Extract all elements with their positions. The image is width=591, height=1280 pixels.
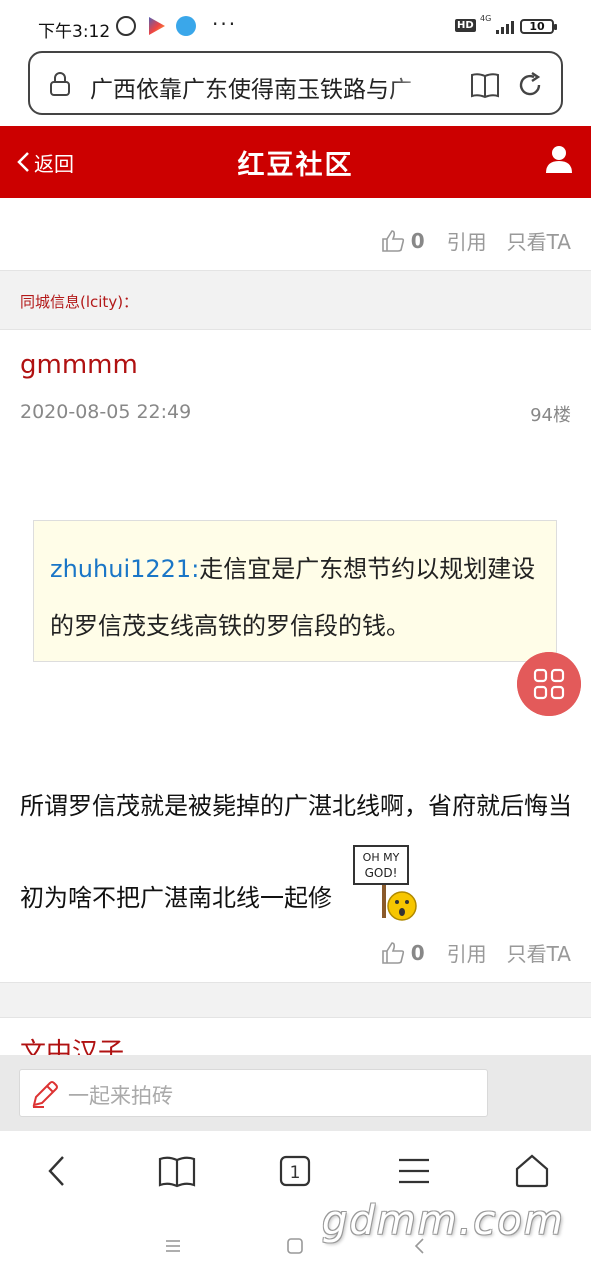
menu-icon[interactable] <box>394 1151 434 1191</box>
quote-button[interactable]: 引用 <box>447 938 487 967</box>
network-type: 4G <box>480 14 492 23</box>
tabs-icon[interactable]: 1 <box>275 1151 315 1191</box>
compose-bar: 一起来拍砖 <box>0 1055 591 1131</box>
pen-icon <box>32 1081 58 1108</box>
like-count: 0 <box>410 940 425 965</box>
only-author-button[interactable]: 只看TA <box>507 226 571 255</box>
thumbs-up-icon[interactable] <box>381 229 405 253</box>
sign-text-2: GOD! <box>365 866 398 880</box>
only-author-button[interactable]: 只看TA <box>507 938 571 967</box>
app-notification-icon <box>176 16 196 36</box>
grid-menu-button[interactable] <box>517 652 581 716</box>
post-actions: 0 引用 只看TA <box>0 934 591 974</box>
site-header: 返回 红豆社区 <box>0 126 591 198</box>
status-bar: 下午3:12 ··· HD 4G 10 <box>0 0 591 48</box>
quote-button[interactable]: 引用 <box>447 226 487 255</box>
address-bar[interactable]: 广西依靠广东使得南玉铁路与广 <box>28 51 563 115</box>
sign-text-1: OH MY <box>363 851 400 864</box>
quote-user[interactable]: zhuhui1221: <box>50 555 199 583</box>
status-time: 下午3:12 <box>38 22 111 42</box>
quote-block: zhuhui1221:走信宜是广东想节约以规划建设的罗信茂支线高铁的罗信段的钱。 <box>33 520 557 662</box>
thumbs-up-icon[interactable] <box>381 941 405 965</box>
reply-placeholder: 一起来拍砖 <box>68 1084 173 1108</box>
bookmarks-icon[interactable] <box>157 1151 197 1191</box>
next-post-author[interactable]: 文中汉子 <box>20 1032 124 1056</box>
post-body: 所谓罗信茂就是被毙掉的广湛北线啊，省府就后悔当初为啥不把广湛南北线一起修 OH … <box>20 760 580 944</box>
home-icon[interactable] <box>512 1151 552 1191</box>
system-back-icon[interactable] <box>410 1236 430 1256</box>
oh-my-god-sign-emoji: OH MY GOD! <box>353 845 417 921</box>
signal-icon: 4G <box>480 14 514 36</box>
post-author[interactable]: gmmmm <box>20 350 138 380</box>
play-store-icon <box>149 17 165 35</box>
post-divider <box>0 982 591 1018</box>
browser-back-icon[interactable] <box>38 1151 78 1191</box>
source-text[interactable]: 同城信息(lcity)： <box>20 291 138 312</box>
more-notifications-icon: ··· <box>212 12 238 36</box>
user-icon[interactable] <box>545 144 573 174</box>
like-count: 0 <box>410 228 425 253</box>
recent-apps-icon[interactable] <box>163 1236 183 1256</box>
tab-count: 1 <box>290 1163 301 1183</box>
prev-post-actions: 0 引用 只看TA <box>0 222 591 262</box>
reload-icon[interactable] <box>516 71 544 99</box>
source-band: 同城信息(lcity)： <box>0 270 591 330</box>
post-body-text: 所谓罗信茂就是被毙掉的广湛北线啊，省府就后悔当初为啥不把广湛南北线一起修 <box>20 792 572 912</box>
battery-icon: 10 <box>520 19 557 34</box>
floor-number: 94楼 <box>530 405 571 426</box>
reply-input[interactable]: 一起来拍砖 <box>19 1069 488 1117</box>
site-title: 红豆社区 <box>237 150 354 181</box>
reader-mode-icon[interactable] <box>470 71 500 99</box>
system-home-icon[interactable] <box>285 1236 305 1256</box>
post-time: 2020-08-05 22:49 <box>20 401 192 423</box>
url-text[interactable]: 广西依靠广东使得南玉铁路与广 <box>90 70 440 100</box>
system-nav-bar: gdmm.com <box>0 1198 591 1280</box>
watermark: gdmm.com <box>322 1198 565 1244</box>
lock-icon <box>50 72 70 96</box>
alarm-icon <box>116 16 136 36</box>
hd-icon: HD <box>455 19 476 32</box>
